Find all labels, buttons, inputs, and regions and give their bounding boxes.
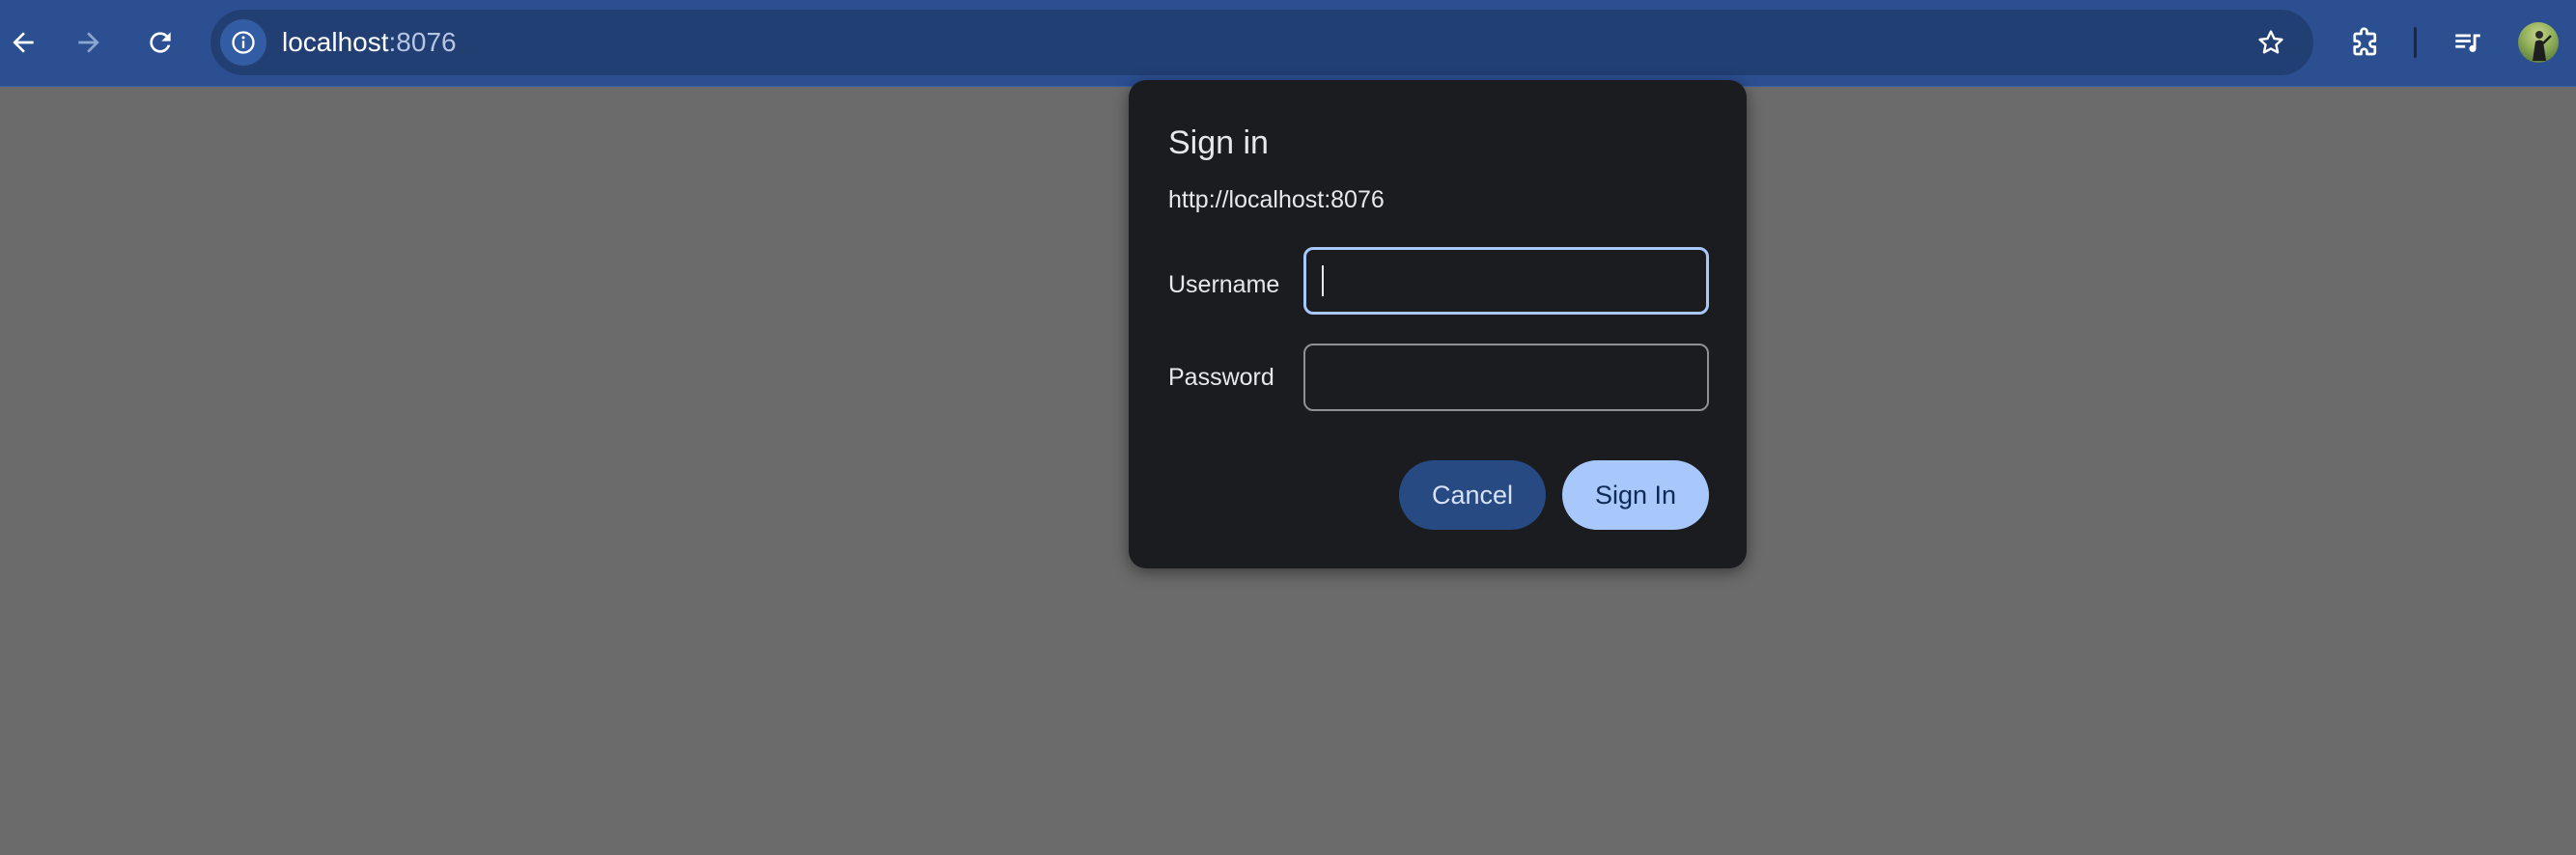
media-queue-icon <box>2455 34 2480 52</box>
info-icon <box>232 31 255 54</box>
url-port: :8076 <box>388 27 457 57</box>
dialog-origin: http://localhost:8076 <box>1168 186 1385 213</box>
toolbar-divider <box>2414 27 2417 58</box>
sign-in-button[interactable]: Sign In <box>1562 460 1709 530</box>
dialog-title: Sign in <box>1168 124 1269 161</box>
cancel-button[interactable]: Cancel <box>1399 460 1546 530</box>
puzzle-icon <box>2353 27 2377 56</box>
extensions-button[interactable] <box>2340 17 2391 68</box>
media-controls-button[interactable] <box>2443 17 2493 68</box>
reload-icon <box>150 32 171 53</box>
sign-in-dialog: Sign in http://localhost:8076 Username P… <box>1129 80 1747 568</box>
username-label: Username <box>1168 271 1280 298</box>
back-button[interactable] <box>0 19 46 66</box>
text-caret <box>1322 265 1324 296</box>
browser-toolbar: localhost:8076 <box>0 0 2576 87</box>
url-host: localhost <box>282 27 389 57</box>
address-bar[interactable]: localhost:8076 <box>210 10 2313 75</box>
star-icon <box>2258 30 2283 54</box>
site-info-button[interactable] <box>220 19 266 66</box>
bookmark-button[interactable] <box>2248 19 2294 66</box>
arrow-right-icon <box>78 32 99 53</box>
arrow-left-icon <box>13 32 34 53</box>
password-label: Password <box>1168 364 1274 391</box>
profile-avatar[interactable] <box>2518 22 2559 63</box>
avatar-image <box>2533 31 2552 61</box>
forward-button[interactable] <box>66 19 112 66</box>
url-text[interactable]: localhost:8076 <box>282 10 457 75</box>
password-field[interactable] <box>1303 344 1709 411</box>
username-field[interactable] <box>1303 247 1709 315</box>
reload-button[interactable] <box>137 19 183 66</box>
